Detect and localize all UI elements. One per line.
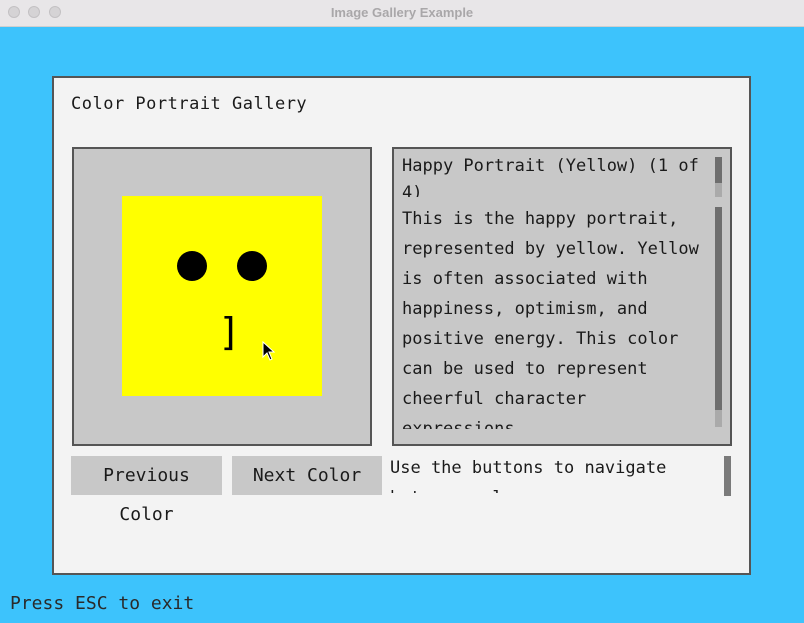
description-body: This is the happy portrait, represented … <box>402 209 699 429</box>
heading-scroll-thumb[interactable] <box>715 157 722 183</box>
description-scroll-thumb[interactable] <box>715 207 722 410</box>
next-color-button[interactable]: Next Color <box>232 456 382 495</box>
previous-color-button[interactable]: Previous Color <box>71 456 222 525</box>
navigation-hint: Use the buttons to navigate between colo… <box>390 458 667 493</box>
heading-scrollbar[interactable] <box>715 157 722 197</box>
portrait-image: ] <box>122 196 322 396</box>
exit-hint: Press ESC to exit <box>10 593 195 614</box>
left-eye <box>177 251 207 281</box>
portrait-face <box>122 196 322 396</box>
right-eye <box>237 251 267 281</box>
gallery-title: Color Portrait Gallery <box>71 94 308 114</box>
mouth: ] <box>218 310 241 354</box>
description-box[interactable]: Happy Portrait (Yellow) (1 of 4) This is… <box>392 147 732 446</box>
mouse-cursor-icon <box>262 341 276 361</box>
window-title: Image Gallery Example <box>330 5 474 20</box>
window-titlebar: Image Gallery Example <box>0 0 804 27</box>
description-scrollbar[interactable] <box>715 207 722 427</box>
description-heading: Happy Portrait (Yellow) (1 of 4) <box>402 156 699 197</box>
hint-scrollbar[interactable] <box>724 456 731 496</box>
